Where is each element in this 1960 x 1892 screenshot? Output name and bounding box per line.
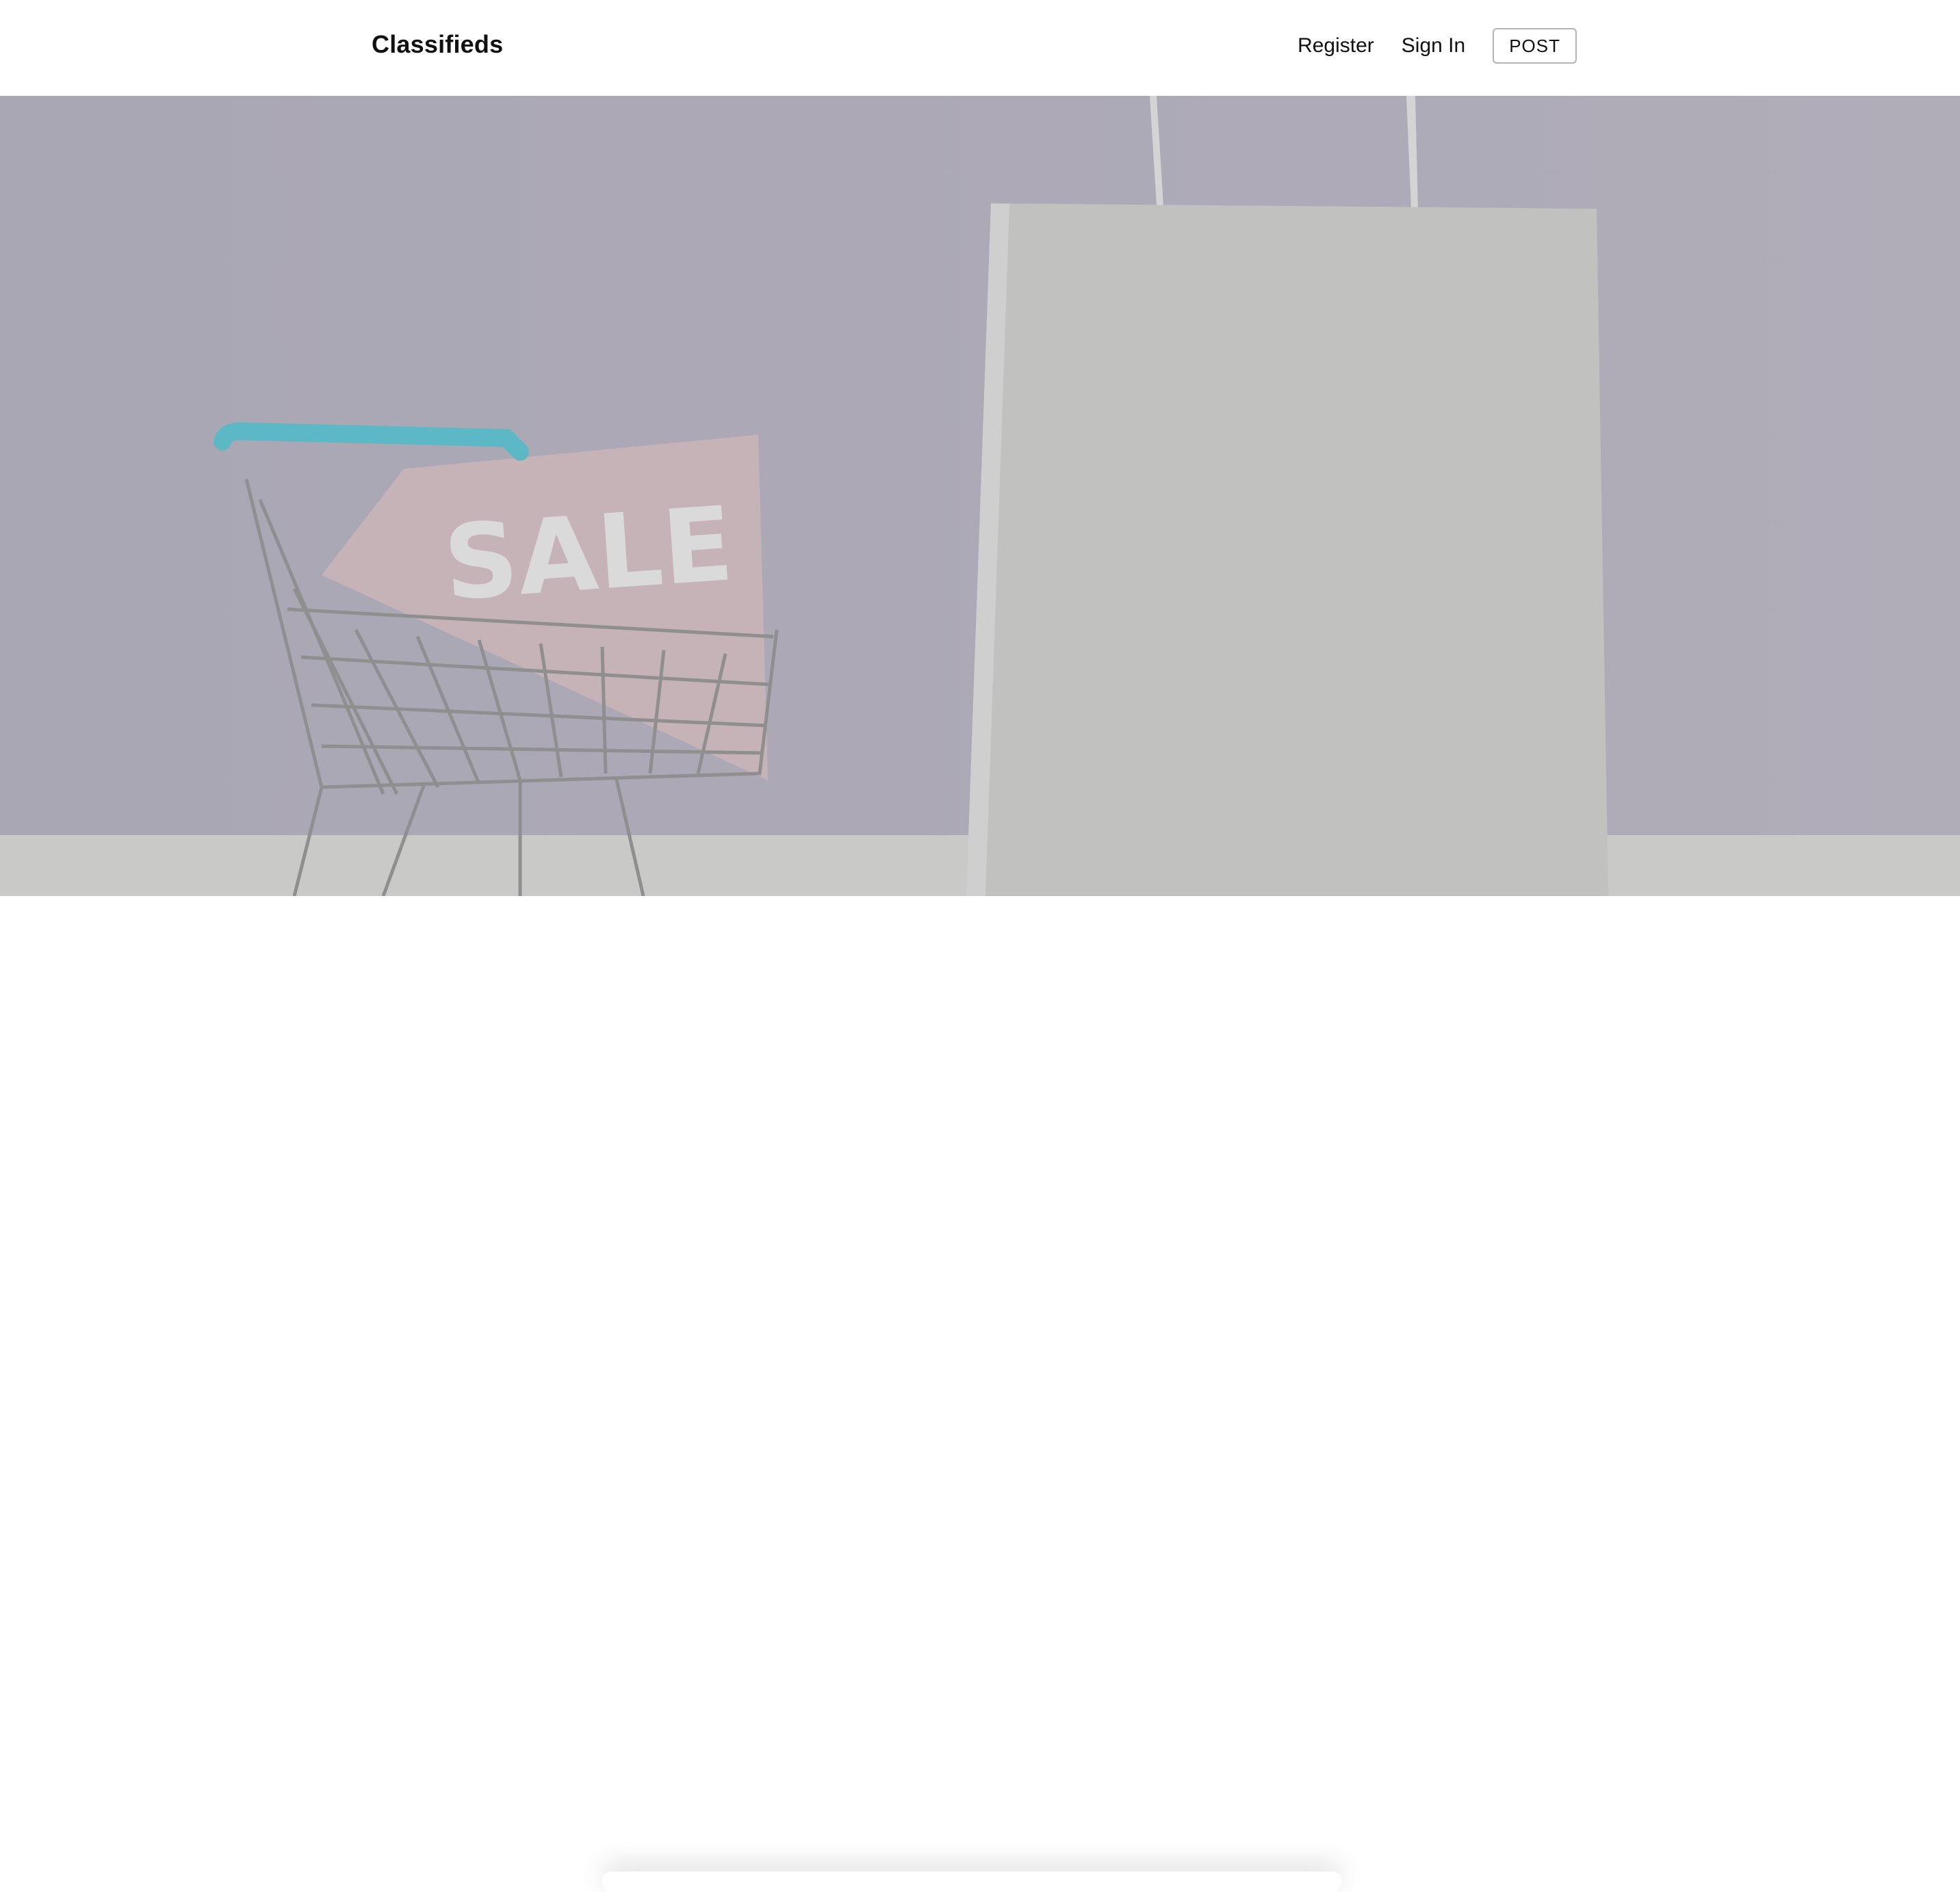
hero-banner: SALE xyxy=(0,96,1960,896)
register-link[interactable]: Register xyxy=(1298,34,1374,57)
hero-image: SALE xyxy=(0,96,1960,896)
brand-logo[interactable]: Classifieds xyxy=(372,30,503,59)
nav-links: Register Sign In POST xyxy=(1270,27,1577,64)
sale-tag-icon: SALE xyxy=(322,435,768,780)
sale-text: SALE xyxy=(440,485,736,624)
post-button[interactable]: POST xyxy=(1493,28,1577,64)
content-card xyxy=(602,1871,1341,1892)
content-area xyxy=(0,896,1960,1892)
sign-in-link[interactable]: Sign In xyxy=(1402,34,1465,57)
top-navbar: Classifieds Register Sign In POST xyxy=(0,0,1960,96)
shopping-bag-icon xyxy=(966,96,1608,896)
